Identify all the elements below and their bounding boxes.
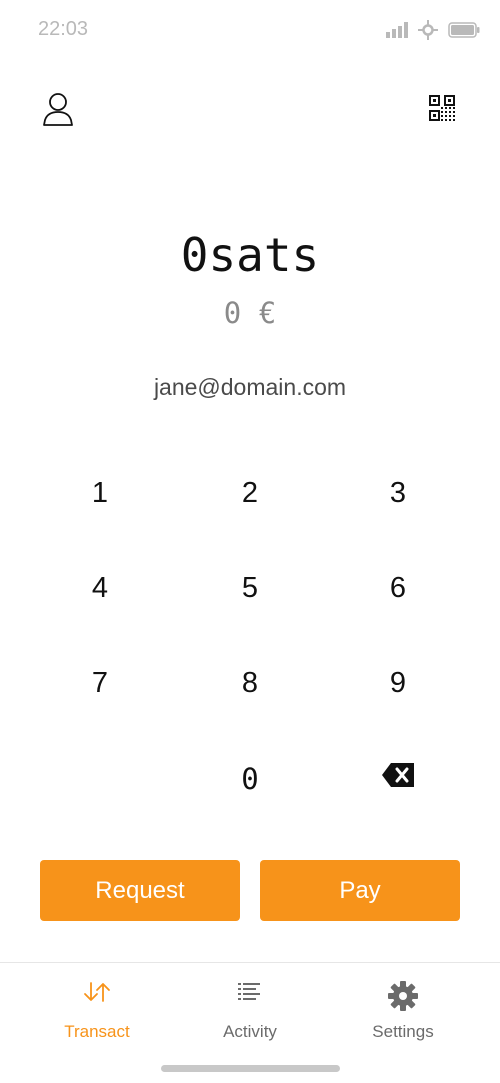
fiat-amount: 0 € <box>223 296 277 330</box>
key-4[interactable]: 4 <box>26 541 174 636</box>
profile-button[interactable] <box>36 88 80 134</box>
recipient-address[interactable]: jane@domain.com <box>0 374 500 401</box>
status-bar: 22:03 <box>0 0 500 60</box>
location-icon <box>418 20 438 45</box>
activity-list-icon <box>167 981 333 1003</box>
key-0[interactable]: 0 <box>176 731 324 826</box>
key-1[interactable]: 1 <box>26 446 174 541</box>
backspace-key[interactable] <box>324 731 472 826</box>
wallet-screen: 22:03 0sats 0 € jane@domain.com 1 2 3 4 … <box>0 0 500 1083</box>
status-icons <box>386 20 480 45</box>
qr-code-icon <box>429 94 455 126</box>
key-9[interactable]: 9 <box>324 636 472 731</box>
numeric-keypad: 1 2 3 4 5 6 7 8 9 0 <box>26 446 474 826</box>
home-indicator[interactable] <box>161 1065 340 1072</box>
transact-arrows-icon <box>14 981 180 1003</box>
key-3[interactable]: 3 <box>324 446 472 541</box>
backspace-icon <box>382 762 414 795</box>
key-7[interactable]: 7 <box>26 636 174 731</box>
nav-tab-settings[interactable]: Settings <box>320 963 486 1053</box>
key-6[interactable]: 6 <box>324 541 472 636</box>
request-button[interactable]: Request <box>40 860 240 921</box>
pay-button[interactable]: Pay <box>260 860 460 921</box>
nav-label-transact: Transact <box>64 1022 130 1041</box>
profile-icon <box>42 92 74 131</box>
sats-amount: 0sats <box>180 228 320 282</box>
nav-tab-activity[interactable]: Activity <box>167 963 333 1053</box>
nav-label-settings: Settings <box>372 1022 434 1041</box>
nav-tab-transact[interactable]: Transact <box>14 963 180 1053</box>
gear-icon <box>320 981 486 1011</box>
qr-scan-button[interactable] <box>420 88 464 132</box>
key-8[interactable]: 8 <box>176 636 324 731</box>
key-2[interactable]: 2 <box>176 446 324 541</box>
status-time: 22:03 <box>38 18 89 40</box>
nav-label-activity: Activity <box>223 1022 277 1041</box>
key-5[interactable]: 5 <box>176 541 324 636</box>
battery-icon <box>448 22 480 43</box>
signal-icon <box>386 22 408 43</box>
